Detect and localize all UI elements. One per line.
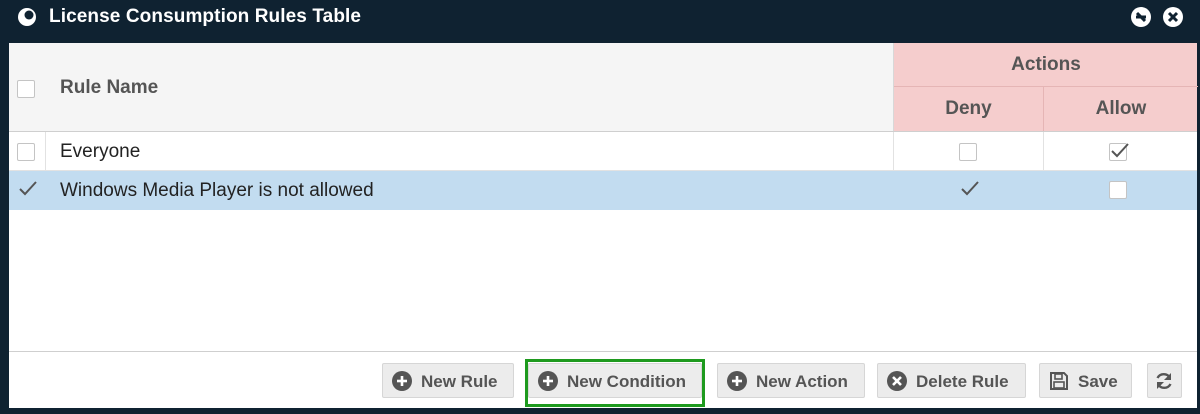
deny-checkbox[interactable] xyxy=(959,181,979,199)
row-select-checkbox[interactable] xyxy=(17,181,37,199)
rule-name-cell: Everyone xyxy=(60,141,141,162)
x-circle-icon xyxy=(887,371,907,391)
plus-circle-icon xyxy=(727,371,747,391)
column-header-allow[interactable]: Allow xyxy=(1044,87,1198,131)
app-logo-icon xyxy=(18,8,36,26)
row-select-checkbox[interactable] xyxy=(17,143,35,161)
refresh-button[interactable] xyxy=(1147,363,1182,398)
dialog-window: License Consumption Rules Table Rule Nam… xyxy=(0,0,1200,414)
rules-table-panel: Rule Name Actions Deny Allow Everyone Wi… xyxy=(9,43,1198,408)
save-label: Save xyxy=(1078,372,1118,391)
title-bar: License Consumption Rules Table xyxy=(0,0,1200,34)
checkmark-icon xyxy=(19,181,37,196)
cell-divider xyxy=(45,132,46,170)
refresh-icon xyxy=(1156,372,1172,390)
window-title: License Consumption Rules Table xyxy=(49,6,362,27)
allow-checkbox[interactable] xyxy=(1109,181,1127,199)
save-button[interactable]: Save xyxy=(1039,363,1132,398)
column-header-rule-name[interactable]: Rule Name xyxy=(60,77,158,99)
plus-circle-icon xyxy=(538,371,558,391)
cell-divider xyxy=(1043,132,1044,170)
checkmark-icon xyxy=(961,181,979,196)
table-toolbar: New Rule New Condition New Action Delete… xyxy=(9,351,1197,408)
actions-column-group: Actions Deny Allow xyxy=(893,43,1198,131)
new-condition-label: New Condition xyxy=(567,372,686,391)
allow-checkbox[interactable] xyxy=(1109,143,1129,161)
delete-rule-label: Delete Rule xyxy=(916,372,1009,391)
table-row[interactable]: Everyone xyxy=(9,132,1197,171)
new-action-label: New Action xyxy=(756,372,848,391)
minimize-icon[interactable] xyxy=(1130,6,1152,28)
new-rule-label: New Rule xyxy=(421,372,498,391)
new-condition-button[interactable]: New Condition xyxy=(528,363,702,398)
table-header: Rule Name Actions Deny Allow xyxy=(9,43,1198,132)
plus-circle-icon xyxy=(392,371,412,391)
column-header-deny[interactable]: Deny xyxy=(894,87,1044,131)
new-action-button[interactable]: New Action xyxy=(717,363,865,398)
new-rule-button[interactable]: New Rule xyxy=(382,363,514,398)
select-all-checkbox[interactable] xyxy=(17,80,35,98)
rule-name-cell: Windows Media Player is not allowed xyxy=(60,180,374,201)
floppy-disk-icon xyxy=(1050,372,1068,390)
column-header-actions: Actions xyxy=(894,43,1198,87)
close-icon[interactable] xyxy=(1162,6,1184,28)
table-row-selected[interactable]: Windows Media Player is not allowed xyxy=(9,171,1197,210)
cell-divider xyxy=(893,132,894,170)
deny-checkbox[interactable] xyxy=(959,143,977,161)
delete-rule-button[interactable]: Delete Rule xyxy=(877,363,1026,398)
checkmark-icon xyxy=(1111,143,1129,158)
